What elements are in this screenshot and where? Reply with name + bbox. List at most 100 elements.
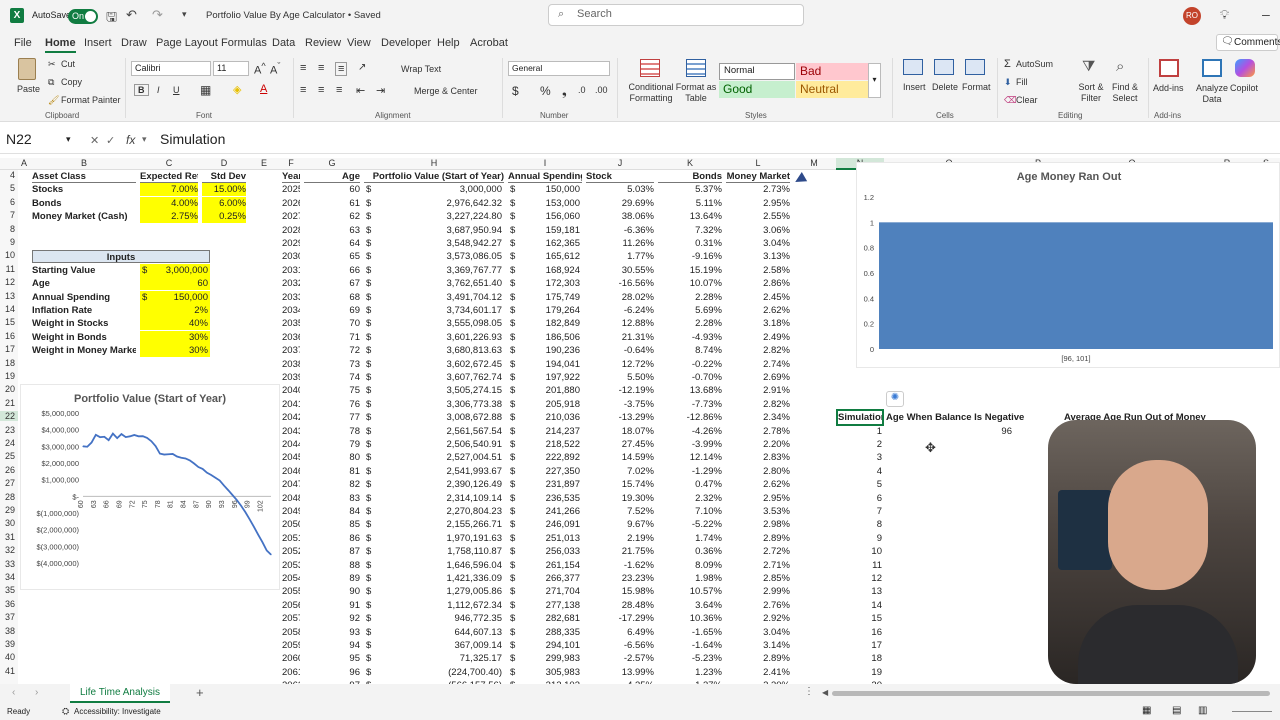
sim-bonds[interactable]: 7.10% — [658, 505, 722, 518]
sim-bonds[interactable]: 13.64% — [658, 210, 722, 223]
sim-annual-spending[interactable]: $186,506 — [508, 331, 582, 344]
sim-money-market[interactable]: 2.80% — [726, 465, 790, 478]
sim-bonds[interactable]: 5.69% — [658, 304, 722, 317]
increase-indent-icon[interactable]: ⇥ — [376, 84, 385, 97]
sim-stock[interactable]: -2.57% — [586, 652, 654, 665]
sim-stock[interactable]: 21.31% — [586, 331, 654, 344]
sim-header[interactable]: Annual Spending — [508, 170, 582, 183]
sim-header[interactable]: Portfolio Value (Start of Year) — [364, 170, 504, 183]
decrease-font-icon[interactable]: Aˇ — [270, 61, 280, 77]
sim-year[interactable]: 2031 — [282, 264, 300, 277]
sim-age[interactable]: 69 — [304, 304, 360, 317]
sim-bonds[interactable]: 1.23% — [658, 666, 722, 679]
horizontal-scrollbar[interactable] — [832, 691, 1270, 696]
simulation-number[interactable]: 1 — [838, 425, 882, 438]
sim-money-market[interactable]: 2.71% — [726, 559, 790, 572]
sim-stock[interactable]: -1.62% — [586, 559, 654, 572]
bold-icon[interactable]: B — [134, 84, 149, 96]
menu-draw[interactable]: Draw — [121, 37, 147, 49]
input-value[interactable]: 2% — [140, 304, 210, 317]
sim-annual-spending[interactable]: $162,365 — [508, 237, 582, 250]
cancel-icon[interactable]: ✕ — [90, 134, 99, 147]
sim-year[interactable]: 2037 — [282, 344, 300, 357]
sim-stock[interactable]: 13.99% — [586, 666, 654, 679]
sim-portfolio-value[interactable]: $3,687,950.94 — [364, 224, 504, 237]
copy-button[interactable]: Copy — [61, 77, 82, 87]
sim-portfolio-value[interactable]: $2,390,126.49 — [364, 478, 504, 491]
sim-money-market[interactable]: 2.98% — [726, 518, 790, 531]
sim-age[interactable]: 78 — [304, 425, 360, 438]
input-label[interactable]: Weight in Stocks — [32, 317, 136, 330]
align-top-icon[interactable]: ≡ — [300, 62, 306, 74]
format-as-table-button[interactable]: Format as Table — [674, 82, 718, 104]
sim-annual-spending[interactable]: $231,897 — [508, 478, 582, 491]
copy-icon[interactable]: ⧉ — [48, 77, 54, 88]
sim-money-market[interactable]: 2.58% — [726, 264, 790, 277]
sim-stock[interactable]: 15.74% — [586, 478, 654, 491]
sim-bonds[interactable]: -1.65% — [658, 626, 722, 639]
input-label[interactable]: Inflation Rate — [32, 304, 136, 317]
sim-money-market[interactable]: 3.13% — [726, 250, 790, 263]
asset-stddev[interactable]: 6.00% — [202, 196, 246, 210]
clear-icon[interactable]: ⌫ — [1004, 95, 1017, 106]
sort-filter-icon[interactable]: ⧩ — [1082, 58, 1095, 75]
sim-annual-spending[interactable]: $172,303 — [508, 277, 582, 290]
asset-name[interactable]: Money Market (Cash) — [32, 210, 136, 223]
sim-portfolio-value[interactable]: $3,000,000 — [364, 183, 504, 196]
sim-annual-spending[interactable]: $222,892 — [508, 451, 582, 464]
styles-more-icon[interactable]: ▾ — [868, 63, 881, 98]
sim-money-market[interactable]: 2.62% — [726, 478, 790, 491]
sim-portfolio-value[interactable]: $3,227,224.80 — [364, 210, 504, 223]
sim-age[interactable]: 94 — [304, 639, 360, 652]
asset-return[interactable]: 4.00% — [140, 196, 198, 210]
sim-year[interactable]: 2039 — [282, 371, 300, 384]
sim-age[interactable]: 75 — [304, 384, 360, 397]
sim-money-market[interactable]: 2.73% — [726, 183, 790, 196]
input-label[interactable]: Weight in Money Market — [32, 344, 136, 357]
sim-bonds[interactable]: 5.37% — [658, 183, 722, 196]
sim-stock[interactable]: -3.75% — [586, 398, 654, 411]
cut-button[interactable]: Cut — [61, 59, 75, 69]
sim-year[interactable]: 2049 — [282, 505, 300, 518]
simulation-number[interactable]: 9 — [838, 532, 882, 545]
input-label[interactable]: Age — [32, 277, 136, 290]
customize-toolbar-icon[interactable]: ▾ — [182, 9, 187, 20]
sim-stock[interactable]: -13.29% — [586, 411, 654, 424]
sim-bonds[interactable]: 10.57% — [658, 585, 722, 598]
sim-portfolio-value[interactable]: $3,008,672.88 — [364, 411, 504, 424]
sim-money-market[interactable]: 2.89% — [726, 652, 790, 665]
sim-age[interactable]: 68 — [304, 291, 360, 304]
asset-name[interactable]: Bonds — [32, 197, 136, 210]
prev-sheet-icon[interactable]: ‹ — [12, 687, 15, 698]
sim-annual-spending[interactable]: $305,983 — [508, 666, 582, 679]
sim-bonds[interactable]: -1.64% — [658, 639, 722, 652]
sim-stock[interactable]: 27.45% — [586, 438, 654, 451]
sim-money-market[interactable]: 2.45% — [726, 291, 790, 304]
simulation-number[interactable]: 11 — [838, 559, 882, 572]
sim-bonds[interactable]: 2.28% — [658, 291, 722, 304]
sim-age[interactable]: 74 — [304, 371, 360, 384]
save-icon[interactable]: 🖫 — [106, 8, 117, 30]
asset-name[interactable]: Stocks — [32, 183, 136, 196]
sim-age[interactable]: 63 — [304, 224, 360, 237]
sim-age[interactable]: 91 — [304, 599, 360, 612]
addins-icon[interactable] — [1159, 59, 1179, 77]
input-value[interactable]: 60 — [140, 277, 210, 291]
clear-button[interactable]: Clear — [1016, 95, 1038, 105]
sim-portfolio-value[interactable]: $3,762,651.40 — [364, 277, 504, 290]
sim-header[interactable]: Stock — [586, 170, 654, 183]
conditional-formatting-icon[interactable] — [640, 59, 660, 77]
sim-year[interactable]: 2038 — [282, 358, 300, 371]
sim-money-market[interactable]: 3.04% — [726, 237, 790, 250]
sim-money-market[interactable]: 2.82% — [726, 344, 790, 357]
sim-age[interactable]: 65 — [304, 250, 360, 263]
sim-stock[interactable]: 30.55% — [586, 264, 654, 277]
next-sheet-icon[interactable]: › — [35, 687, 38, 698]
sim-header[interactable]: Money Market — [726, 170, 790, 183]
sim-bonds[interactable]: 1.74% — [658, 532, 722, 545]
sim-portfolio-value[interactable]: $1,279,005.86 — [364, 585, 504, 598]
sim-age[interactable]: 80 — [304, 451, 360, 464]
sim-money-market[interactable]: 2.69% — [726, 371, 790, 384]
decrease-indent-icon[interactable]: ⇤ — [356, 84, 365, 97]
sim-portfolio-value[interactable]: $3,505,274.15 — [364, 384, 504, 397]
